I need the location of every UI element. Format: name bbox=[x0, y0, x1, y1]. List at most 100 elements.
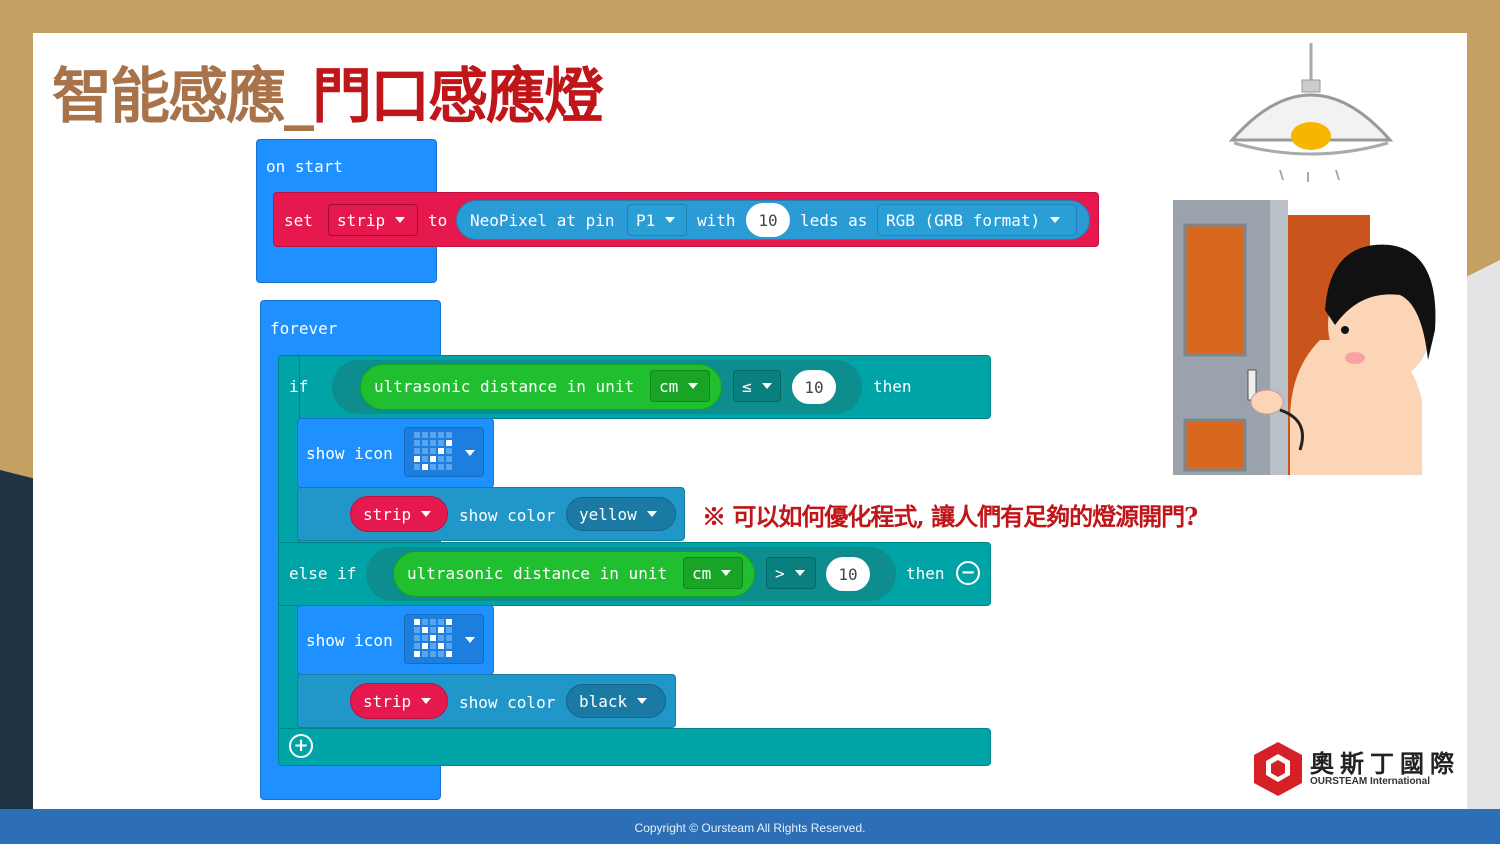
color-dropdown-2[interactable]: black bbox=[566, 684, 666, 718]
variable-dropdown[interactable]: strip bbox=[328, 204, 418, 236]
led-cell bbox=[422, 448, 428, 454]
led-cell bbox=[446, 440, 452, 446]
led-cell bbox=[422, 619, 428, 625]
led-cell bbox=[438, 651, 444, 657]
led-cell bbox=[422, 456, 428, 462]
led-cell bbox=[422, 464, 428, 470]
door-light-illustration bbox=[1173, 43, 1436, 475]
logo-subtitle: OURSTEAM International bbox=[1310, 776, 1431, 787]
led-cell bbox=[446, 456, 452, 462]
strip-variable-1[interactable]: strip bbox=[350, 496, 448, 532]
led-cell bbox=[414, 432, 420, 438]
company-logo: 奧斯丁國際 OURSTEAM International bbox=[1252, 740, 1467, 800]
led-cell bbox=[438, 440, 444, 446]
led-cell bbox=[446, 448, 452, 454]
led-cell bbox=[438, 448, 444, 454]
variable-value: strip bbox=[337, 210, 386, 230]
strip-variable-2[interactable]: strip bbox=[350, 683, 448, 719]
sensor-label-2: ultrasonic distance in unit bbox=[407, 564, 668, 583]
unit-dropdown-1[interactable]: cm bbox=[650, 370, 710, 402]
if-label: if bbox=[289, 377, 309, 396]
led-cell bbox=[438, 627, 444, 633]
lamp-bulb-icon bbox=[1291, 122, 1331, 150]
set-label: set bbox=[284, 211, 313, 230]
door-edge bbox=[1270, 200, 1288, 475]
footer-copyright: Copyright © Oursteam All Rights Reserved… bbox=[0, 809, 1500, 844]
led-cell bbox=[414, 643, 420, 649]
strip-label-1: strip bbox=[363, 504, 412, 524]
chevron-down-icon bbox=[665, 217, 676, 223]
x-icon bbox=[414, 619, 452, 657]
unit-dropdown-2[interactable]: cm bbox=[683, 557, 743, 589]
then-label-1: then bbox=[873, 377, 912, 396]
threshold-input-1[interactable]: 10 bbox=[792, 370, 836, 404]
led-cell bbox=[414, 651, 420, 657]
led-cell bbox=[438, 643, 444, 649]
show-color-label-1: show color bbox=[459, 506, 556, 525]
led-cell bbox=[422, 440, 428, 446]
led-count-input[interactable]: 10 bbox=[746, 203, 790, 237]
door-window-top bbox=[1183, 223, 1247, 357]
led-cell bbox=[422, 432, 428, 438]
led-cell bbox=[430, 464, 436, 470]
led-cell bbox=[438, 619, 444, 625]
chevron-down-icon bbox=[1050, 217, 1061, 223]
to-label: to bbox=[428, 211, 448, 230]
slide-title: 智能感應_門口感應燈 bbox=[52, 48, 604, 135]
pin-value: P1 bbox=[636, 210, 656, 230]
child-hand bbox=[1250, 389, 1284, 415]
led-cell bbox=[422, 651, 428, 657]
led-cell bbox=[446, 627, 452, 633]
led-cell bbox=[438, 635, 444, 641]
led-cell bbox=[414, 448, 420, 454]
led-cell bbox=[414, 635, 420, 641]
hint-note: ※ 可以如何優化程式, 讓人們有足夠的燈源開門? bbox=[702, 502, 1198, 531]
led-cell bbox=[446, 464, 452, 470]
operator-value-2: > bbox=[775, 563, 785, 583]
color-value-2: black bbox=[579, 691, 628, 711]
icon-picker-2[interactable] bbox=[404, 614, 484, 664]
format-dropdown[interactable]: RGB (GRB format) bbox=[877, 204, 1077, 236]
unit-value-2: cm bbox=[692, 563, 712, 583]
neopixel-label: NeoPixel at pin bbox=[470, 211, 615, 230]
led-cell bbox=[414, 619, 420, 625]
child-eye bbox=[1341, 326, 1349, 334]
led-cell bbox=[414, 440, 420, 446]
led-cell bbox=[446, 651, 452, 657]
format-value: RGB (GRB format) bbox=[886, 210, 1041, 230]
operator-dropdown-1[interactable]: ≤ bbox=[733, 370, 781, 402]
led-cell bbox=[414, 627, 420, 633]
chevron-down-icon bbox=[721, 570, 732, 576]
color-dropdown-1[interactable]: yellow bbox=[566, 497, 676, 531]
on-start-label: on start bbox=[266, 157, 344, 176]
led-cell bbox=[414, 464, 420, 470]
show-icon-label-2: show icon bbox=[306, 631, 393, 650]
chevron-down-icon bbox=[395, 217, 406, 223]
led-cell bbox=[430, 643, 436, 649]
led-cell bbox=[446, 643, 452, 649]
led-cell bbox=[438, 464, 444, 470]
else-if-label: else if bbox=[289, 564, 357, 583]
led-cell bbox=[414, 456, 420, 462]
icon-picker-1[interactable] bbox=[404, 427, 484, 477]
minus-circle-icon[interactable]: − bbox=[956, 561, 980, 585]
title-main: 門口感應燈 bbox=[312, 62, 604, 132]
chevron-down-icon bbox=[637, 698, 648, 704]
chevron-down-icon bbox=[794, 570, 805, 576]
operator-dropdown-2[interactable]: > bbox=[766, 557, 816, 589]
led-cell bbox=[430, 619, 436, 625]
pin-dropdown[interactable]: P1 bbox=[627, 204, 687, 236]
chevron-down-icon bbox=[465, 450, 475, 456]
led-cell bbox=[446, 432, 452, 438]
threshold-input-2[interactable]: 10 bbox=[826, 557, 870, 591]
led-cell bbox=[430, 448, 436, 454]
led-cell bbox=[430, 432, 436, 438]
with-label: with bbox=[697, 211, 736, 230]
plus-circle-icon[interactable]: + bbox=[289, 734, 313, 758]
color-value-1: yellow bbox=[579, 504, 637, 524]
chevron-down-icon bbox=[688, 383, 699, 389]
chevron-down-icon bbox=[646, 511, 657, 517]
led-cell bbox=[430, 635, 436, 641]
chevron-down-icon bbox=[761, 383, 772, 389]
led-cell bbox=[430, 627, 436, 633]
